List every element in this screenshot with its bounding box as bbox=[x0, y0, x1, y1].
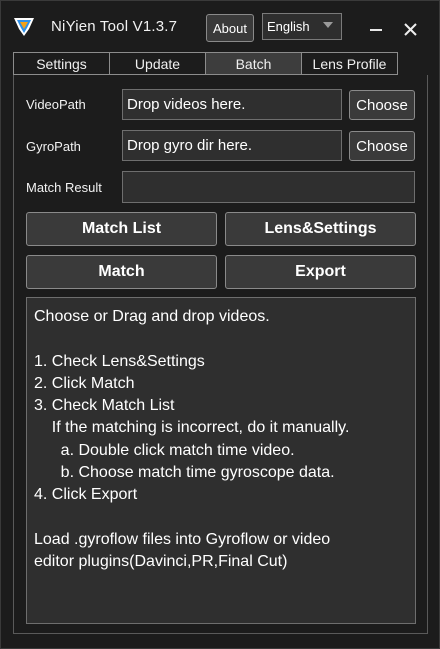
choose-video-button[interactable]: Choose bbox=[349, 90, 415, 120]
gyro-path-input[interactable]: Drop gyro dir here. bbox=[122, 130, 342, 161]
tab-settings[interactable]: Settings bbox=[13, 52, 110, 75]
language-value: English bbox=[267, 19, 310, 34]
gyro-path-placeholder: Drop gyro dir here. bbox=[127, 137, 253, 154]
app-logo-icon bbox=[14, 18, 34, 36]
about-button[interactable]: About bbox=[206, 14, 254, 42]
instruction-line: If the matching is incorrect, do it manu… bbox=[34, 419, 350, 437]
language-select[interactable]: English bbox=[262, 13, 342, 40]
instruction-line: a. Double click match time video. bbox=[34, 441, 295, 459]
match-result-field[interactable] bbox=[122, 171, 415, 203]
instruction-line bbox=[34, 328, 408, 350]
instruction-line: b. Choose match time gyroscope data. bbox=[34, 464, 335, 482]
instruction-line: 1. Check Lens&Settings bbox=[34, 352, 205, 370]
tab-lens-profile[interactable]: Lens Profile bbox=[301, 52, 398, 75]
match-result-label: Match Result bbox=[26, 180, 102, 195]
instruction-line: 2. Click Match bbox=[34, 374, 135, 392]
tab-update[interactable]: Update bbox=[109, 52, 206, 75]
match-button[interactable]: Match bbox=[26, 255, 217, 289]
instruction-line: 3. Check Match List bbox=[34, 397, 175, 415]
app-window: NiYien Tool V1.3.7 About English Setting… bbox=[0, 0, 440, 649]
close-icon[interactable] bbox=[401, 20, 421, 40]
minimize-button[interactable] bbox=[364, 17, 388, 37]
instruction-line: editor plugins(Davinci,PR,Final Cut) bbox=[34, 553, 288, 571]
video-path-label: VideoPath bbox=[26, 97, 86, 112]
gyro-path-label: GyroPath bbox=[26, 139, 81, 154]
lens-settings-button[interactable]: Lens&Settings bbox=[225, 212, 416, 246]
app-title: NiYien Tool V1.3.7 bbox=[51, 18, 178, 35]
title-bar[interactable]: NiYien Tool V1.3.7 About English bbox=[1, 1, 439, 51]
tab-batch[interactable]: Batch bbox=[205, 52, 302, 75]
choose-gyro-button[interactable]: Choose bbox=[349, 131, 415, 161]
match-list-button[interactable]: Match List bbox=[26, 212, 217, 246]
video-path-placeholder: Drop videos here. bbox=[127, 96, 246, 113]
instruction-line: Choose or Drag and drop videos. bbox=[34, 308, 270, 325]
instruction-line: Load .gyroflow files into Gyroflow or vi… bbox=[34, 530, 331, 548]
instruction-line bbox=[34, 507, 408, 529]
instruction-line: 4. Click Export bbox=[34, 486, 138, 504]
export-button[interactable]: Export bbox=[225, 255, 416, 289]
video-path-input[interactable]: Drop videos here. bbox=[122, 89, 342, 120]
chevron-down-icon bbox=[323, 22, 333, 28]
instructions-text-area[interactable]: Choose or Drag and drop videos. 1. Check… bbox=[26, 297, 416, 624]
minimize-icon bbox=[370, 29, 382, 31]
